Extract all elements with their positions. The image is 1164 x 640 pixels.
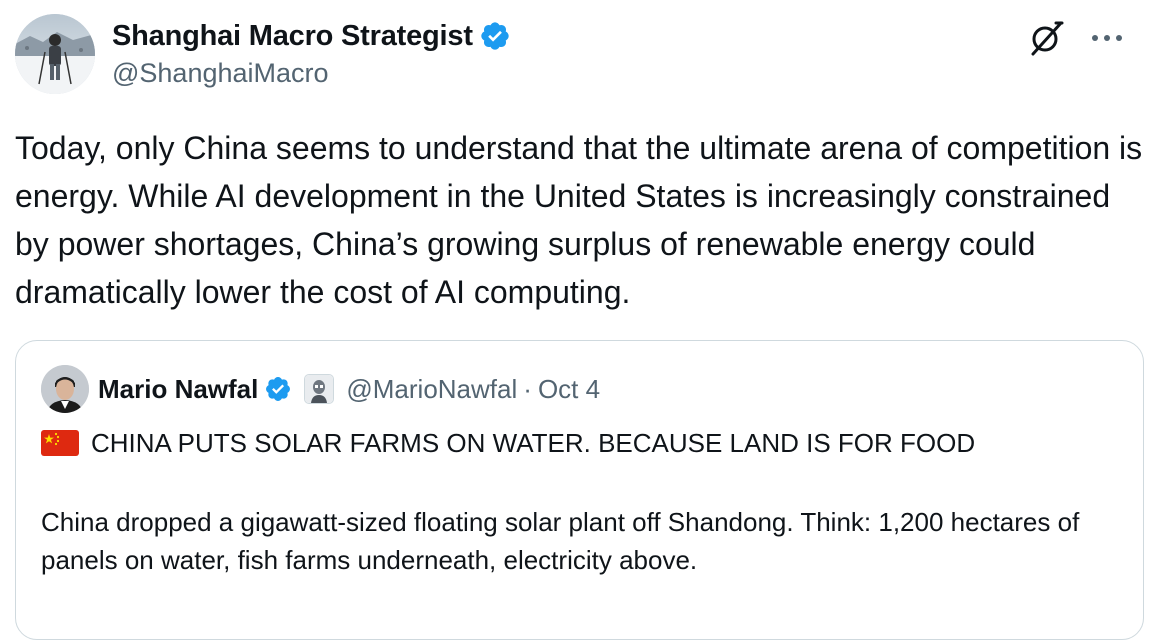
verified-badge-icon[interactable]: [479, 20, 511, 52]
author-name-row: Shanghai Macro Strategist: [112, 16, 511, 56]
tweet-text: Today, only China seems to understand th…: [15, 130, 1143, 310]
grok-icon[interactable]: [1028, 19, 1066, 57]
quoted-tweet-headline-row: CHINA PUTS SOLAR FARMS ON WATER. BECAUSE…: [41, 423, 975, 463]
separator-dot: ·: [523, 373, 532, 404]
person-avatar-icon: [41, 365, 89, 413]
quoted-tweet-date[interactable]: Oct 4: [538, 374, 600, 405]
china-flag-icon: [41, 430, 79, 456]
affiliate-avatar-icon: [305, 375, 334, 403]
quoted-tweet-body: China dropped a gigawatt-sized floating …: [41, 507, 1080, 575]
quoted-tweet-header: Mario Nawfal @MarioNawfal · Oct 4: [98, 369, 600, 409]
quoted-author-handle[interactable]: @MarioNawfal: [346, 374, 517, 405]
quoted-author-name[interactable]: Mario Nawfal: [98, 374, 258, 405]
affiliate-badge-icon[interactable]: [304, 374, 335, 404]
quoted-author-avatar[interactable]: [41, 365, 89, 413]
author-avatar[interactable]: [15, 14, 95, 94]
quoted-tweet-card[interactable]: Mario Nawfal @MarioNawfal · Oct 4 CHINA …: [15, 340, 1144, 640]
verified-badge-icon[interactable]: [264, 375, 292, 403]
more-options-icon[interactable]: [1084, 19, 1130, 57]
author-display-name[interactable]: Shanghai Macro Strategist: [112, 20, 473, 53]
author-handle[interactable]: @ShanghaiMacro: [112, 58, 329, 89]
quoted-tweet-headline: CHINA PUTS SOLAR FARMS ON WATER. BECAUSE…: [91, 427, 976, 458]
person-skiing-avatar-icon: [15, 14, 95, 94]
